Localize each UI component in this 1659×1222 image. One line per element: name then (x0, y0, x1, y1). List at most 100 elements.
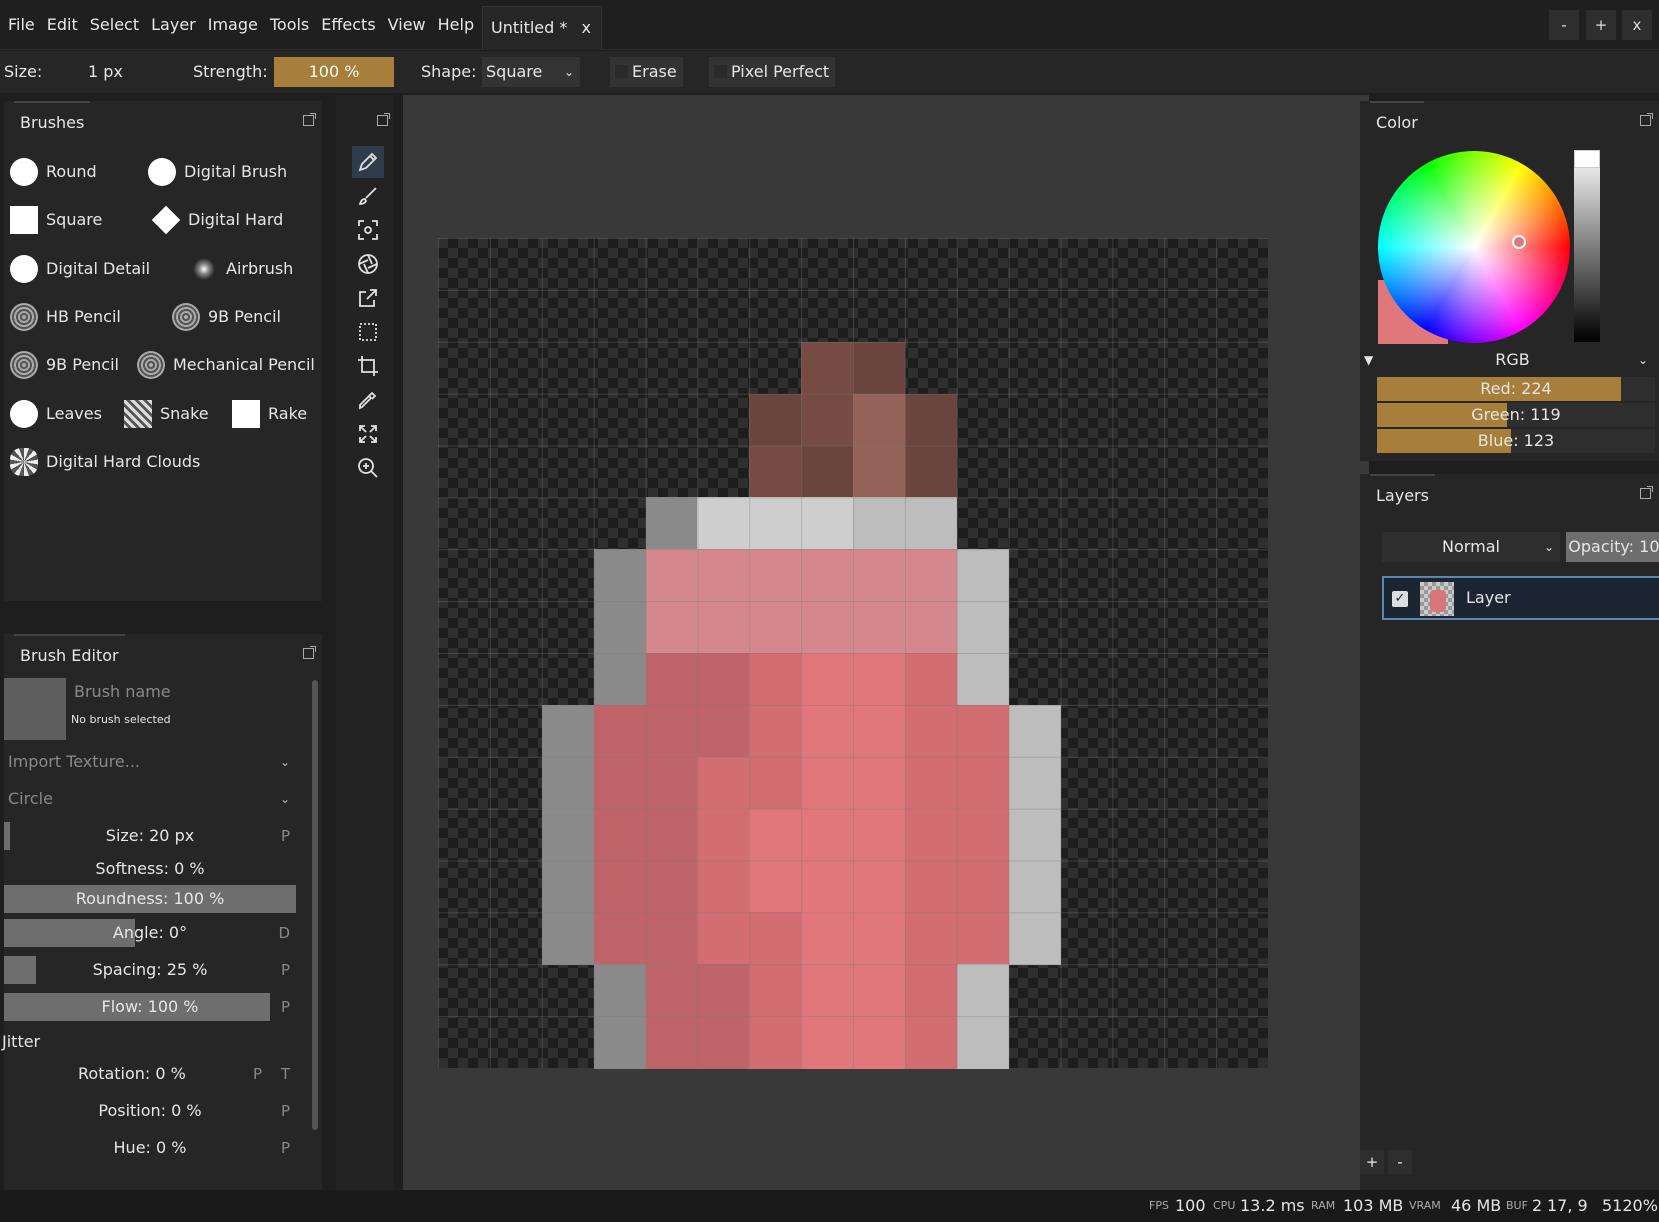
menu-tools[interactable]: Tools (264, 0, 315, 50)
brush-name-input[interactable]: Brush name (74, 682, 171, 701)
blend-mode-select[interactable]: Normal ⌄ (1382, 532, 1560, 562)
menu-image[interactable]: Image (202, 0, 264, 50)
menu-select[interactable]: Select (84, 0, 145, 50)
value-slider[interactable] (1574, 150, 1600, 342)
menu-layer[interactable]: Layer (145, 0, 202, 50)
spacing-slider-fill (4, 956, 37, 984)
erase-checkbox[interactable] (615, 65, 628, 78)
undock-icon[interactable] (1640, 113, 1653, 126)
tool-eyedropper[interactable] (352, 384, 384, 416)
brush-shape-select[interactable]: Circle ⌄ (4, 784, 296, 814)
rotation-pressure-flag[interactable]: P (253, 1060, 262, 1088)
angle-slider-label: Angle: 0° (112, 923, 188, 942)
tool-zoom[interactable] (352, 452, 384, 484)
fps-value: 100 (1175, 1196, 1206, 1215)
undock-icon[interactable] (377, 113, 390, 126)
tool-aperture[interactable] (352, 248, 384, 280)
brush-editor-title: Brush Editor (14, 634, 125, 676)
angle-slider[interactable]: Angle: 0° D (4, 919, 296, 947)
brush-label: Square (46, 210, 103, 229)
flow-slider[interactable]: Flow: 100 % P (4, 993, 296, 1021)
chevron-down-icon: ⌄ (1543, 540, 1554, 554)
shape-select[interactable]: Square ⌄ (482, 57, 580, 87)
pixel-perfect-toggle[interactable]: Pixel Perfect (709, 57, 836, 87)
angle-direction-flag[interactable]: D (278, 919, 290, 947)
remove-layer-button[interactable]: - (1388, 1150, 1412, 1174)
pixel-grid (438, 238, 1268, 1068)
brush-preview (4, 678, 66, 740)
brush-label: Digital Hard (188, 210, 284, 229)
roundness-slider[interactable]: Roundness: 100 % (4, 885, 296, 913)
chevron-down-icon[interactable]: ⌄ (1638, 350, 1648, 370)
brush-editor-scrollbar[interactable] (312, 680, 318, 1130)
hue-jitter-slider[interactable]: Hue: 0 % P (4, 1134, 296, 1162)
size-pressure-flag[interactable]: P (281, 822, 290, 850)
size-slider[interactable]: Size: 20 px P (4, 822, 296, 850)
layer-opacity-slider[interactable]: Opacity: 100 (1566, 532, 1659, 562)
hue-jitter-label: Hue: 0 % (113, 1138, 187, 1157)
rotation-jitter-slider[interactable]: Rotation: 0 % P T (4, 1060, 296, 1088)
collapse-triangle-icon[interactable]: ▼ (1364, 350, 1376, 370)
layer-visibility-checkbox[interactable]: ✓ (1392, 591, 1408, 607)
airbrush-icon (190, 255, 218, 283)
jitter-heading: Jitter (2, 1032, 41, 1051)
softness-slider[interactable]: Softness: 0 % (4, 855, 296, 883)
green-slider[interactable]: Green: 119 (1377, 403, 1655, 427)
strength-label: Strength: (193, 62, 268, 81)
size-label: Size: (4, 62, 43, 81)
rotation-tilt-flag[interactable]: T (281, 1060, 290, 1088)
color-panel-title: Color (1370, 101, 1424, 143)
drawing-canvas[interactable] (438, 238, 1268, 1069)
pencil-texture-icon (10, 303, 38, 331)
blue-slider[interactable]: Blue: 123 (1377, 429, 1655, 453)
spacing-slider-label: Spacing: 25 % (92, 960, 208, 979)
menu-effects[interactable]: Effects (315, 0, 381, 50)
tool-pencil[interactable] (352, 146, 384, 178)
zoom-level[interactable]: 5120% (1602, 1190, 1658, 1222)
strength-slider[interactable]: 100 % (274, 57, 394, 87)
undock-icon[interactable] (1640, 486, 1653, 499)
tool-fit-screen[interactable] (352, 418, 384, 450)
pencil-icon (358, 152, 378, 172)
color-wheel-saturation (1378, 151, 1570, 343)
document-tab[interactable]: Untitled * x (482, 6, 602, 50)
color-wheel[interactable] (1378, 151, 1570, 343)
flow-pressure-flag[interactable]: P (281, 993, 290, 1021)
spacing-slider[interactable]: Spacing: 25 % P (4, 956, 296, 984)
color-mode-select[interactable]: RGB (1380, 350, 1645, 370)
menu-file[interactable]: File (2, 0, 41, 50)
tool-brush[interactable] (352, 180, 384, 212)
position-jitter-slider[interactable]: Position: 0 % P (4, 1097, 296, 1125)
tab-close-button[interactable]: x (582, 7, 591, 49)
pixel-perfect-checkbox[interactable] (714, 65, 727, 78)
color-picker-handle[interactable] (1512, 235, 1526, 249)
buf-value: 2 (1532, 1196, 1543, 1215)
tool-export[interactable] (352, 282, 384, 314)
cpu-value: 13.2 ms (1240, 1196, 1305, 1215)
hue-pressure-flag[interactable]: P (281, 1134, 290, 1162)
menu-view[interactable]: View (382, 0, 432, 50)
erase-toggle[interactable]: Erase (610, 57, 683, 87)
value-slider-handle[interactable] (1574, 150, 1600, 168)
red-slider[interactable]: Red: 224 (1377, 377, 1655, 401)
minimize-button[interactable]: - (1549, 10, 1579, 40)
position-pressure-flag[interactable]: P (281, 1097, 290, 1125)
tool-select-target[interactable] (352, 214, 384, 246)
spacing-pressure-flag[interactable]: P (281, 956, 290, 984)
cursor-position: 17, 9 (1547, 1196, 1588, 1215)
brush-label: Leaves (46, 404, 102, 423)
marquee-select-icon (359, 323, 377, 341)
close-window-button[interactable]: x (1622, 10, 1652, 40)
import-texture-select[interactable]: Import Texture... ⌄ (4, 747, 296, 777)
menu-help[interactable]: Help (432, 0, 480, 50)
maximize-button[interactable]: + (1586, 10, 1616, 40)
layer-item[interactable]: ✓ Layer (1382, 576, 1659, 620)
tool-marquee[interactable] (352, 316, 384, 348)
size-value[interactable]: 1 px (88, 51, 123, 93)
add-layer-button[interactable]: + (1360, 1150, 1384, 1174)
menu-edit[interactable]: Edit (41, 0, 84, 50)
tool-crop[interactable] (352, 350, 384, 382)
undock-icon[interactable] (303, 646, 316, 659)
undock-icon[interactable] (303, 113, 316, 126)
softness-slider-label: Softness: 0 % (95, 859, 205, 878)
